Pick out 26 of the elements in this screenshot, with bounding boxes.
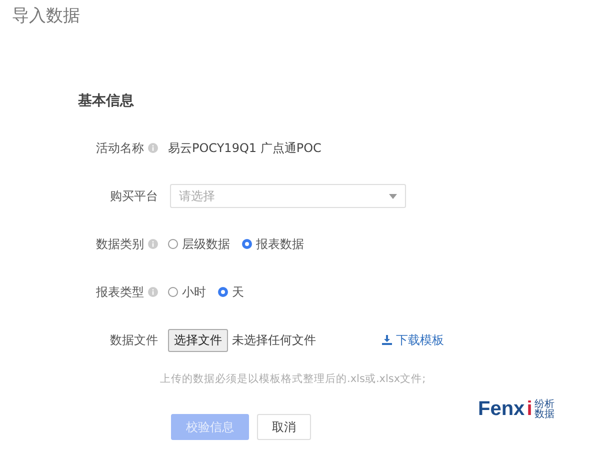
caret-icon [389,194,397,198]
choose-file-button[interactable]: 选择文件 [168,328,228,352]
info-icon[interactable] [148,143,158,153]
activity-name: 易云POCY19Q1 广点通POC [168,140,322,156]
info-icon[interactable] [148,239,158,249]
file-status: 未选择任何文件 [232,332,316,348]
field-label: 活动名称 [96,140,144,156]
cancel-button[interactable]: 取消 [257,414,311,440]
logo-subtitle: 纷析 [534,400,554,410]
hint-text: 上传的数据必须是以模板格式整理后的.xls或.xlsx文件; [160,372,426,386]
info-icon[interactable] [148,287,158,297]
logo-word: Fenx [478,398,525,421]
radio-option[interactable]: 报表数据 [242,236,304,252]
field-label: 报表类型 [96,284,144,300]
radio-option[interactable]: 层级数据 [168,236,230,252]
download-icon [382,335,392,345]
radio-option[interactable]: 天 [218,284,244,300]
field-label: 数据文件 [110,332,158,348]
logo-accent: i [526,398,532,421]
page-title: 导入数据 [12,5,80,27]
logo-subtitle: 数据 [534,410,554,420]
field-label: 购买平台 [110,188,158,204]
radio-option[interactable]: 小时 [168,284,206,300]
section-title: 基本信息 [78,92,134,110]
download-template-link[interactable]: 下载模板 [382,332,444,348]
field-label: 数据类别 [96,236,144,252]
